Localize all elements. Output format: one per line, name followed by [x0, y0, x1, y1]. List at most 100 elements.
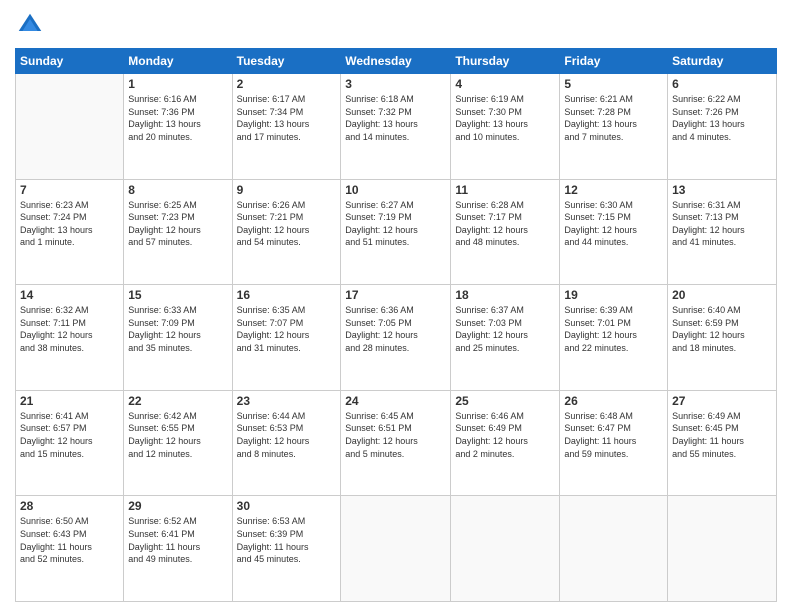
calendar-cell: 22 Sunrise: 6:42 AM Sunset: 6:55 PM Dayli… [124, 390, 232, 496]
day-number: 30 [237, 499, 337, 513]
day-info: Sunrise: 6:17 AM Sunset: 7:34 PM Dayligh… [237, 93, 337, 143]
day-number: 6 [672, 77, 772, 91]
day-number: 16 [237, 288, 337, 302]
day-info: Sunrise: 6:23 AM Sunset: 7:24 PM Dayligh… [20, 199, 119, 249]
day-number: 17 [345, 288, 446, 302]
calendar-cell: 19 Sunrise: 6:39 AM Sunset: 7:01 PM Dayli… [560, 285, 668, 391]
calendar-cell: 23 Sunrise: 6:44 AM Sunset: 6:53 PM Dayli… [232, 390, 341, 496]
calendar-cell: 1 Sunrise: 6:16 AM Sunset: 7:36 PM Daylig… [124, 74, 232, 180]
day-header-wednesday: Wednesday [341, 49, 451, 74]
day-header-thursday: Thursday [451, 49, 560, 74]
calendar-cell [668, 496, 777, 602]
day-header-monday: Monday [124, 49, 232, 74]
day-info: Sunrise: 6:36 AM Sunset: 7:05 PM Dayligh… [345, 304, 446, 354]
day-number: 7 [20, 183, 119, 197]
calendar-cell: 5 Sunrise: 6:21 AM Sunset: 7:28 PM Daylig… [560, 74, 668, 180]
day-info: Sunrise: 6:33 AM Sunset: 7:09 PM Dayligh… [128, 304, 227, 354]
day-number: 11 [455, 183, 555, 197]
day-number: 5 [564, 77, 663, 91]
week-row-1: 1 Sunrise: 6:16 AM Sunset: 7:36 PM Daylig… [16, 74, 777, 180]
day-info: Sunrise: 6:52 AM Sunset: 6:41 PM Dayligh… [128, 515, 227, 565]
day-info: Sunrise: 6:28 AM Sunset: 7:17 PM Dayligh… [455, 199, 555, 249]
calendar-cell: 11 Sunrise: 6:28 AM Sunset: 7:17 PM Dayli… [451, 179, 560, 285]
calendar-cell: 14Sunrise: 6:32 AM Sunset: 7:11 PM Dayli… [16, 285, 124, 391]
calendar-cell: 27 Sunrise: 6:49 AM Sunset: 6:45 PM Dayli… [668, 390, 777, 496]
week-row-2: 7 Sunrise: 6:23 AM Sunset: 7:24 PM Daylig… [16, 179, 777, 285]
day-info: Sunrise: 6:46 AM Sunset: 6:49 PM Dayligh… [455, 410, 555, 460]
day-number: 28 [20, 499, 119, 513]
day-info: Sunrise: 6:22 AM Sunset: 7:26 PM Dayligh… [672, 93, 772, 143]
week-row-3: 14Sunrise: 6:32 AM Sunset: 7:11 PM Dayli… [16, 285, 777, 391]
calendar-cell: 2Sunrise: 6:17 AM Sunset: 7:34 PM Daylig… [232, 74, 341, 180]
calendar-cell: 30 Sunrise: 6:53 AM Sunset: 6:39 PM Dayli… [232, 496, 341, 602]
day-number: 24 [345, 394, 446, 408]
calendar-cell: 16 Sunrise: 6:35 AM Sunset: 7:07 PM Dayli… [232, 285, 341, 391]
day-info: Sunrise: 6:37 AM Sunset: 7:03 PM Dayligh… [455, 304, 555, 354]
day-header-sunday: Sunday [16, 49, 124, 74]
day-info: Sunrise: 6:25 AM Sunset: 7:23 PM Dayligh… [128, 199, 227, 249]
calendar-cell: 15 Sunrise: 6:33 AM Sunset: 7:09 PM Dayli… [124, 285, 232, 391]
day-number: 20 [672, 288, 772, 302]
day-number: 18 [455, 288, 555, 302]
day-header-tuesday: Tuesday [232, 49, 341, 74]
calendar-cell: 10Sunrise: 6:27 AM Sunset: 7:19 PM Dayli… [341, 179, 451, 285]
day-info: Sunrise: 6:53 AM Sunset: 6:39 PM Dayligh… [237, 515, 337, 565]
day-number: 25 [455, 394, 555, 408]
day-number: 15 [128, 288, 227, 302]
day-number: 3 [345, 77, 446, 91]
day-info: Sunrise: 6:26 AM Sunset: 7:21 PM Dayligh… [237, 199, 337, 249]
logo [15, 10, 49, 40]
day-info: Sunrise: 6:41 AM Sunset: 6:57 PM Dayligh… [20, 410, 119, 460]
calendar-cell: 7 Sunrise: 6:23 AM Sunset: 7:24 PM Daylig… [16, 179, 124, 285]
day-info: Sunrise: 6:49 AM Sunset: 6:45 PM Dayligh… [672, 410, 772, 460]
day-info: Sunrise: 6:40 AM Sunset: 6:59 PM Dayligh… [672, 304, 772, 354]
day-number: 14 [20, 288, 119, 302]
header [15, 10, 777, 40]
calendar-cell: 6 Sunrise: 6:22 AM Sunset: 7:26 PM Daylig… [668, 74, 777, 180]
day-number: 9 [237, 183, 337, 197]
calendar-cell: 25 Sunrise: 6:46 AM Sunset: 6:49 PM Dayli… [451, 390, 560, 496]
calendar-cell: 17 Sunrise: 6:36 AM Sunset: 7:05 PM Dayli… [341, 285, 451, 391]
calendar-cell: 28 Sunrise: 6:50 AM Sunset: 6:43 PM Dayli… [16, 496, 124, 602]
day-number: 12 [564, 183, 663, 197]
day-info: Sunrise: 6:31 AM Sunset: 7:13 PM Dayligh… [672, 199, 772, 249]
calendar-cell: 13 Sunrise: 6:31 AM Sunset: 7:13 PM Dayli… [668, 179, 777, 285]
day-number: 8 [128, 183, 227, 197]
week-row-4: 21 Sunrise: 6:41 AM Sunset: 6:57 PM Dayli… [16, 390, 777, 496]
day-info: Sunrise: 6:42 AM Sunset: 6:55 PM Dayligh… [128, 410, 227, 460]
day-number: 23 [237, 394, 337, 408]
calendar-cell: 29 Sunrise: 6:52 AM Sunset: 6:41 PM Dayli… [124, 496, 232, 602]
day-info: Sunrise: 6:21 AM Sunset: 7:28 PM Dayligh… [564, 93, 663, 143]
day-header-saturday: Saturday [668, 49, 777, 74]
calendar-cell [341, 496, 451, 602]
day-number: 21 [20, 394, 119, 408]
calendar-cell: 9 Sunrise: 6:26 AM Sunset: 7:21 PM Daylig… [232, 179, 341, 285]
day-info: Sunrise: 6:35 AM Sunset: 7:07 PM Dayligh… [237, 304, 337, 354]
day-info: Sunrise: 6:27 AM Sunset: 7:19 PM Dayligh… [345, 199, 446, 249]
day-number: 1 [128, 77, 227, 91]
day-info: Sunrise: 6:50 AM Sunset: 6:43 PM Dayligh… [20, 515, 119, 565]
day-number: 19 [564, 288, 663, 302]
calendar-cell [560, 496, 668, 602]
day-number: 13 [672, 183, 772, 197]
day-info: Sunrise: 6:19 AM Sunset: 7:30 PM Dayligh… [455, 93, 555, 143]
calendar-cell: 8 Sunrise: 6:25 AM Sunset: 7:23 PM Daylig… [124, 179, 232, 285]
page: SundayMondayTuesdayWednesdayThursdayFrid… [0, 0, 792, 612]
day-number: 22 [128, 394, 227, 408]
day-number: 29 [128, 499, 227, 513]
day-info: Sunrise: 6:39 AM Sunset: 7:01 PM Dayligh… [564, 304, 663, 354]
day-number: 27 [672, 394, 772, 408]
calendar-cell: 21 Sunrise: 6:41 AM Sunset: 6:57 PM Dayli… [16, 390, 124, 496]
day-info: Sunrise: 6:16 AM Sunset: 7:36 PM Dayligh… [128, 93, 227, 143]
calendar-cell: 18 Sunrise: 6:37 AM Sunset: 7:03 PM Dayli… [451, 285, 560, 391]
calendar-cell [451, 496, 560, 602]
calendar-cell: 24Sunrise: 6:45 AM Sunset: 6:51 PM Dayli… [341, 390, 451, 496]
calendar-cell: 20 Sunrise: 6:40 AM Sunset: 6:59 PM Dayli… [668, 285, 777, 391]
logo-icon [15, 10, 45, 40]
day-info: Sunrise: 6:18 AM Sunset: 7:32 PM Dayligh… [345, 93, 446, 143]
calendar-cell [16, 74, 124, 180]
calendar-cell: 4Sunrise: 6:19 AM Sunset: 7:30 PM Daylig… [451, 74, 560, 180]
week-row-5: 28 Sunrise: 6:50 AM Sunset: 6:43 PM Dayli… [16, 496, 777, 602]
day-info: Sunrise: 6:44 AM Sunset: 6:53 PM Dayligh… [237, 410, 337, 460]
calendar-cell: 26Sunrise: 6:48 AM Sunset: 6:47 PM Dayli… [560, 390, 668, 496]
